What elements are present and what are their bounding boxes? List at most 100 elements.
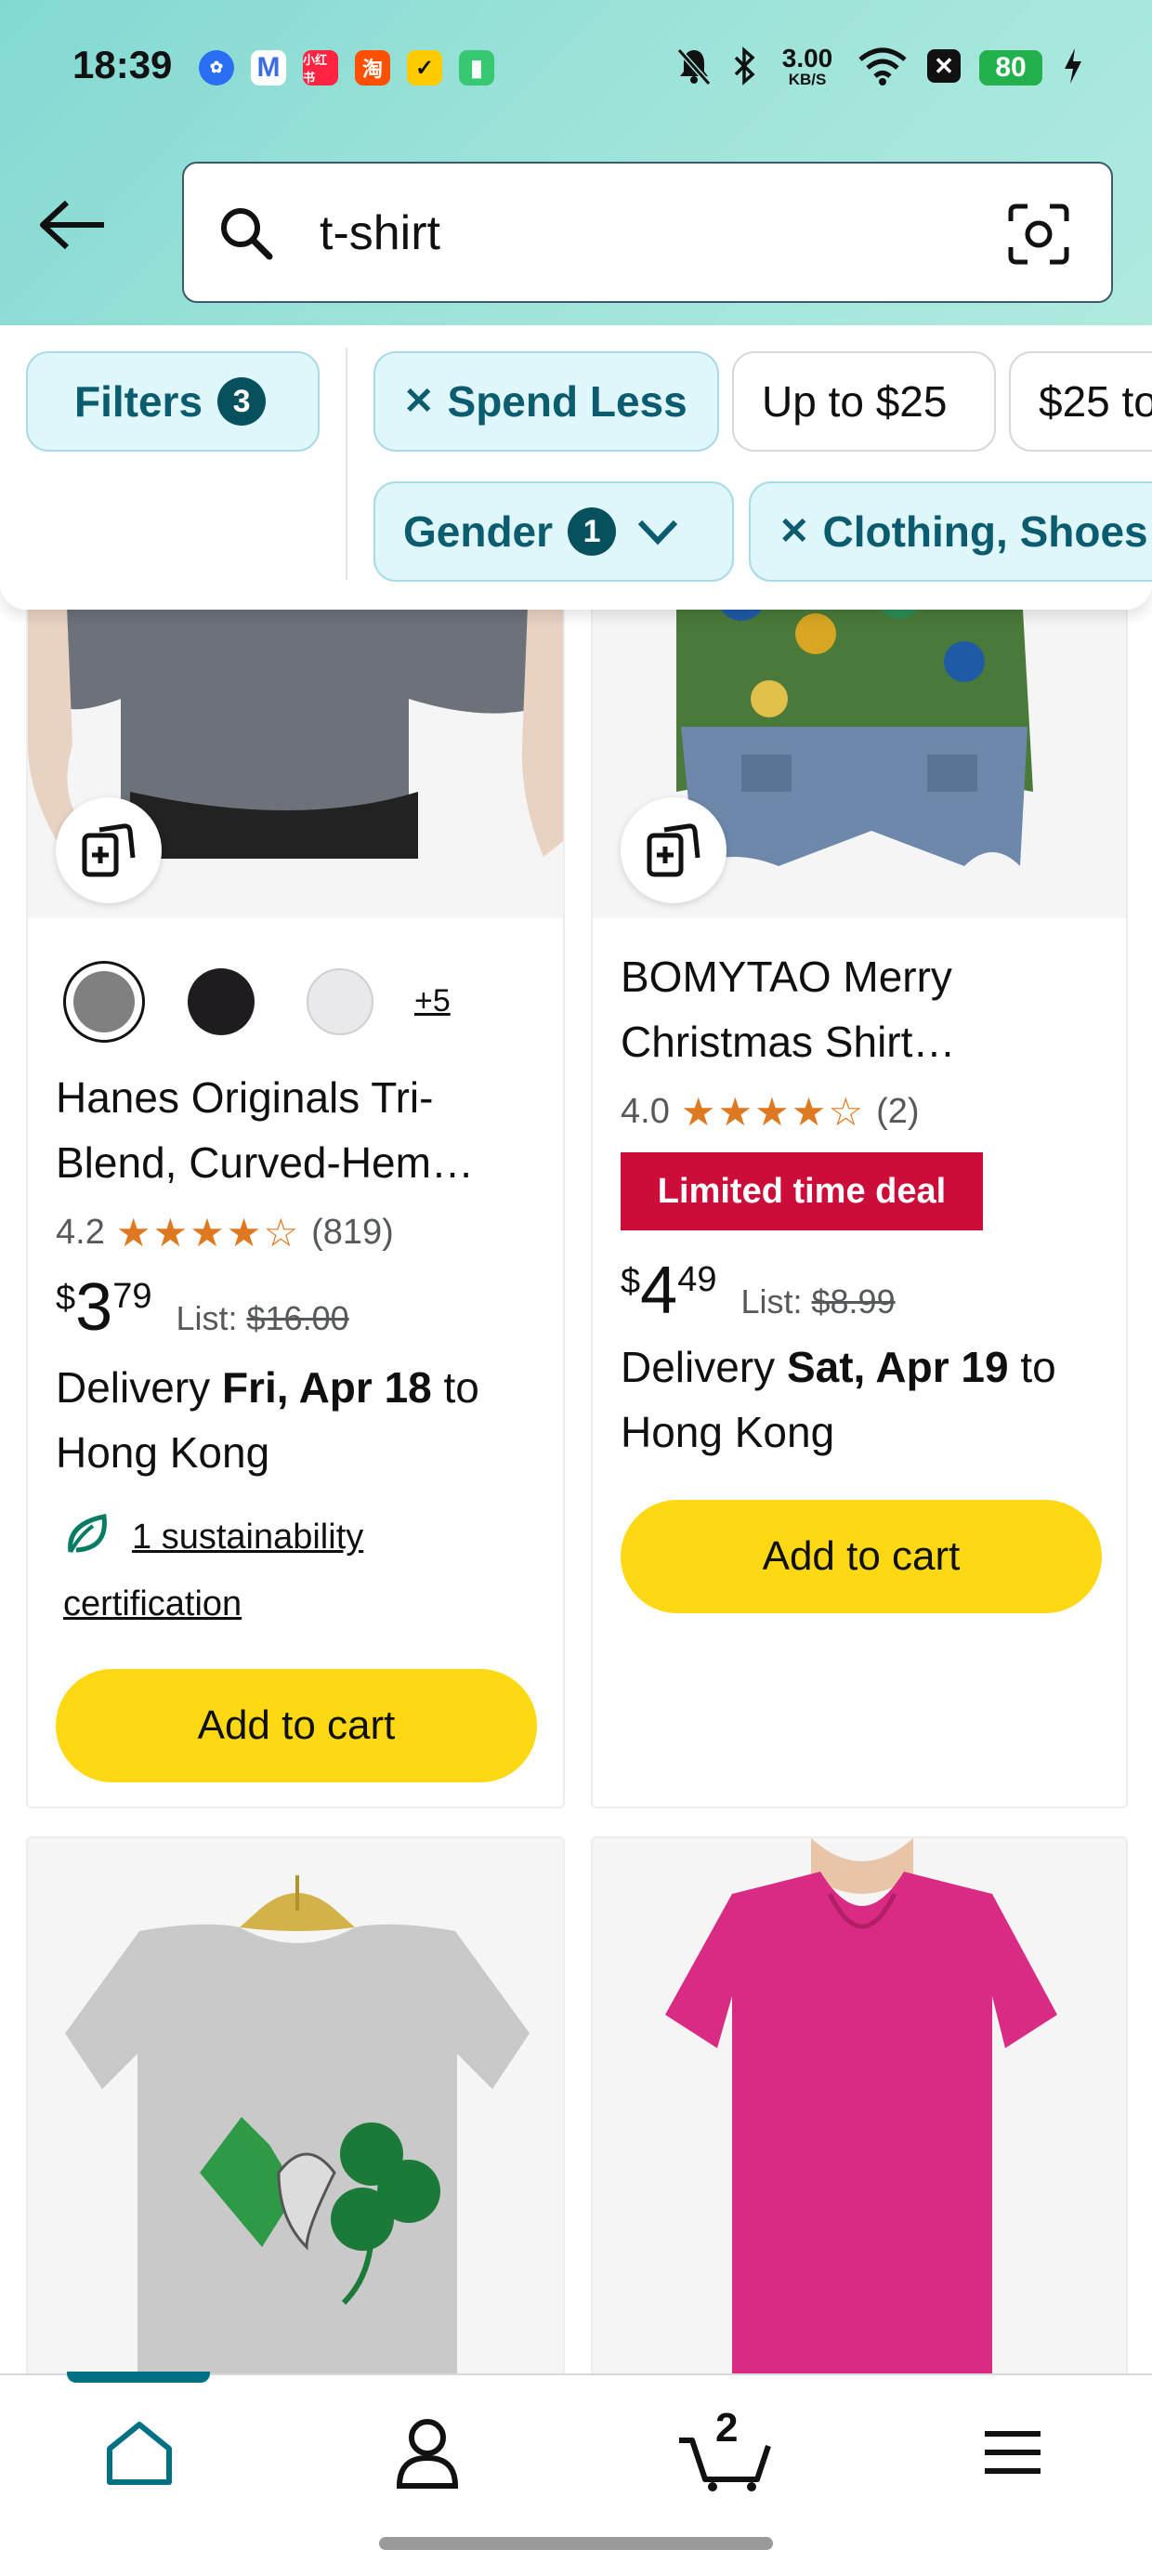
filter-chip-label: Up to $25 <box>762 377 948 426</box>
search-bar[interactable]: t-shirt <box>182 162 1113 303</box>
sustainability-text[interactable]: 1 sustainability certification <box>56 1504 492 1637</box>
list-price: List: $8.99 <box>740 1282 895 1321</box>
sustainability-link[interactable]: 1 sustainability certification <box>56 1504 492 1637</box>
filters-label: Filters <box>74 377 203 426</box>
list-price-value: $16.00 <box>246 1299 349 1337</box>
account-icon <box>396 2419 459 2489</box>
network-speed: 3.00 KB/S <box>775 45 840 87</box>
chevron-down-icon <box>637 519 678 545</box>
product-image[interactable] <box>28 559 563 918</box>
filter-chip-label: Gender <box>403 507 554 556</box>
filter-chip-up-to-25[interactable]: Up to $25 <box>732 351 996 452</box>
price-whole: 3 <box>75 1270 113 1345</box>
filter-chip-label: Spend Less <box>447 377 687 426</box>
product-image[interactable] <box>593 559 1126 918</box>
star-rating-icon: ★★★★☆ <box>680 1090 866 1134</box>
home-icon <box>107 2422 172 2485</box>
add-to-cart-button[interactable]: Add to cart <box>621 1500 1102 1613</box>
product-card[interactable]: BOMYTAO Merry Christmas Shirt… 4.0 ★★★★☆… <box>591 558 1128 1808</box>
leaf-icon <box>68 1514 107 1553</box>
back-arrow-icon <box>40 200 104 250</box>
x-app-icon: ✕ <box>925 45 962 87</box>
app-icon: ✿ <box>199 50 234 85</box>
bluetooth-icon <box>730 45 758 87</box>
nav-home[interactable] <box>93 2411 186 2494</box>
price-fraction: 79 <box>112 1277 152 1316</box>
filter-chip-label: Clothing, Shoes <box>822 507 1148 556</box>
color-swatch[interactable] <box>188 968 255 1035</box>
product-card[interactable] <box>26 1836 565 2431</box>
add-to-compare-button[interactable] <box>621 797 727 903</box>
search-icon <box>221 208 273 260</box>
product-image-pink-vneck <box>593 1838 1126 2429</box>
filter-chip-label: $25 to <box>1039 377 1152 426</box>
camera-search-button[interactable] <box>1005 203 1072 266</box>
rating-value: 4.0 <box>621 1092 670 1131</box>
gender-count-badge: 1 <box>568 507 617 556</box>
nav-account[interactable] <box>381 2411 474 2494</box>
delivery-prefix: Delivery <box>621 1343 787 1391</box>
delivery-info: Delivery Fri, Apr 18 to Hong Kong <box>56 1355 557 1485</box>
product-rating[interactable]: 4.0 ★★★★☆ (2) <box>621 1089 920 1135</box>
price-currency: $ <box>56 1279 76 1318</box>
list-price: List: $16.00 <box>176 1299 348 1338</box>
mute-bell-icon <box>673 45 715 87</box>
review-count: (819) <box>311 1213 394 1252</box>
back-button[interactable] <box>35 195 110 255</box>
filter-chip-gender[interactable]: Gender 1 <box>373 481 734 582</box>
product-card[interactable] <box>591 1836 1128 2431</box>
product-card[interactable]: +5 Hanes Originals Tri-Blend, Curved-Hem… <box>26 558 565 1808</box>
add-to-compare-button[interactable] <box>56 797 162 903</box>
product-image-shamrock-shirt <box>28 1838 563 2429</box>
app-icon: ▮ <box>459 50 494 85</box>
battery-level: 80 <box>979 50 1042 85</box>
product-title[interactable]: BOMYTAO Merry Christmas Shirt… <box>621 944 1085 1074</box>
color-swatch[interactable] <box>307 968 373 1035</box>
wifi-icon <box>855 45 910 87</box>
filter-chip-25-to[interactable]: $25 to <box>1009 351 1152 452</box>
compare-cards-icon <box>82 823 136 877</box>
limited-time-deal-badge: Limited time deal <box>621 1152 983 1230</box>
search-input[interactable]: t-shirt <box>320 204 440 262</box>
home-active-indicator <box>67 2372 210 2383</box>
app-icon: ✓ <box>407 50 442 85</box>
product-price: $ 4 49 List: $8.99 <box>621 1256 896 1325</box>
filter-bar: Filters 3 ✕ Spend Less Up to $25 $25 to … <box>0 325 1152 610</box>
more-colors-label[interactable]: +5 <box>414 983 451 1019</box>
product-image[interactable] <box>593 1838 1126 2429</box>
star-rating-icon: ★★★★☆ <box>115 1211 301 1255</box>
price-whole: 4 <box>640 1254 678 1328</box>
taobao-icon: 淘 <box>355 50 390 85</box>
product-image[interactable] <box>28 1838 563 2429</box>
product-rating[interactable]: 4.2 ★★★★☆ (819) <box>56 1210 394 1255</box>
rating-value: 4.2 <box>56 1213 105 1252</box>
nav-menu[interactable] <box>966 2411 1059 2494</box>
network-speed-unit: KB/S <box>788 70 827 88</box>
delivery-date: Sat, Apr 19 <box>786 1343 1009 1391</box>
menu-icon <box>985 2431 1041 2474</box>
review-count: (2) <box>876 1092 920 1131</box>
filter-chip-spend-less[interactable]: ✕ Spend Less <box>373 351 719 452</box>
status-bar: 18:39 ✿ M 小红书 淘 ✓ ▮ 3.00 KB/S ✕ 80 <box>0 0 1152 139</box>
delivery-date: Fri, Apr 18 <box>221 1363 432 1412</box>
compare-cards-icon <box>647 823 700 877</box>
add-to-cart-button[interactable]: Add to cart <box>56 1669 537 1782</box>
product-price: $ 3 79 List: $16.00 <box>56 1273 349 1342</box>
color-swatch[interactable] <box>63 961 145 1043</box>
filters-count-badge: 3 <box>217 377 267 426</box>
filter-chip-clothing[interactable]: ✕ Clothing, Shoes <box>749 481 1152 582</box>
cart-count: 2 <box>715 2405 739 2451</box>
price-fraction: 49 <box>677 1260 717 1299</box>
nav-cart[interactable]: 2 <box>671 2405 782 2494</box>
header: 18:39 ✿ M 小红书 淘 ✓ ▮ 3.00 KB/S ✕ 80 t-shi… <box>0 0 1152 325</box>
delivery-info: Delivery Sat, Apr 19 to Hong Kong <box>621 1334 1113 1465</box>
status-time: 18:39 <box>72 43 173 86</box>
remove-filter-icon: ✕ <box>779 511 810 552</box>
gmail-icon: M <box>251 50 286 85</box>
list-price-value: $8.99 <box>811 1282 896 1321</box>
filters-button[interactable]: Filters 3 <box>26 351 320 452</box>
charging-icon <box>1059 45 1087 87</box>
product-title[interactable]: Hanes Originals Tri-Blend, Curved-Hem… <box>56 1065 539 1195</box>
gesture-home-bar[interactable] <box>379 2537 773 2550</box>
list-label: List: <box>176 1299 238 1337</box>
